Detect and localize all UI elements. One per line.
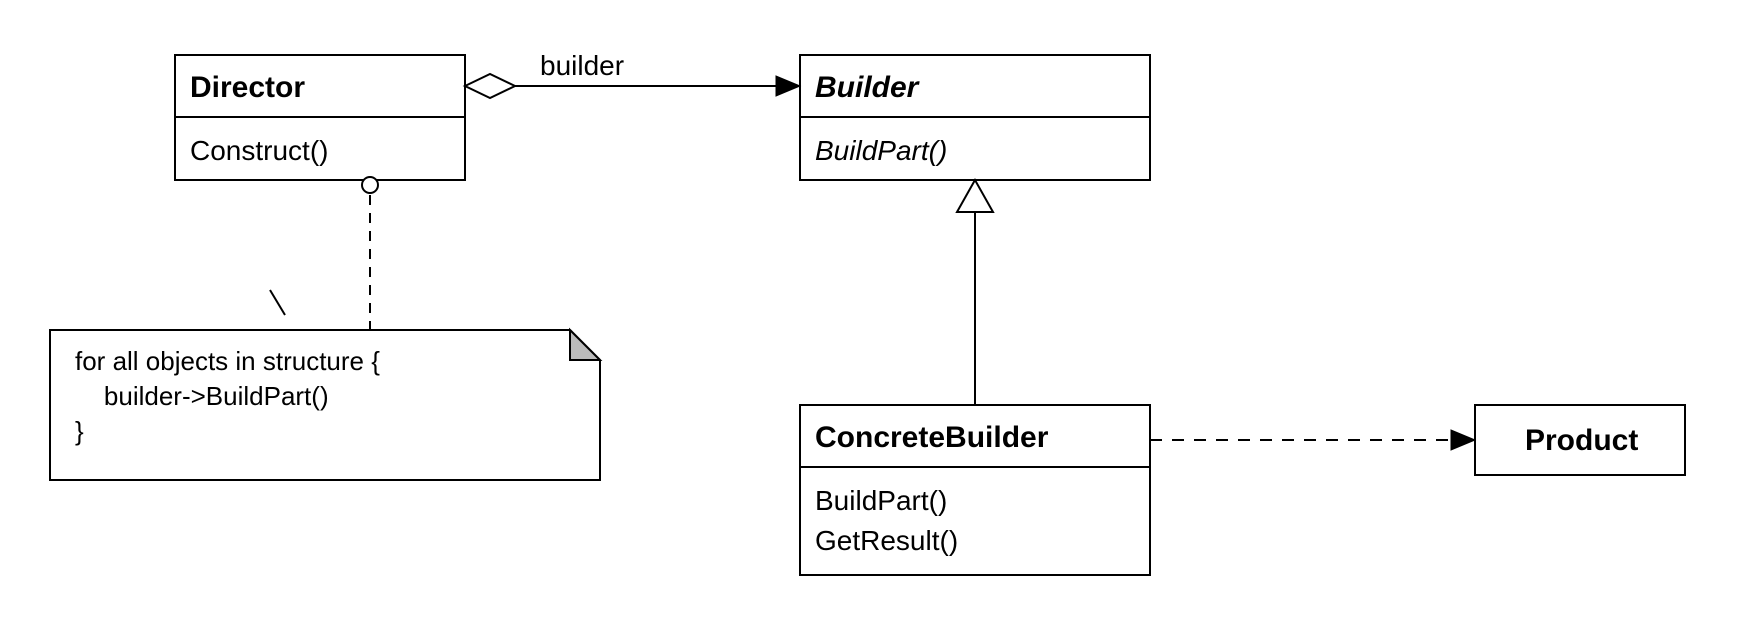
note-construct-pseudocode: for all objects in structure { builder->… bbox=[50, 290, 600, 480]
class-concrete-builder: ConcreteBuilder BuildPart() GetResult() bbox=[800, 405, 1150, 575]
note-anchor-director-construct bbox=[362, 177, 378, 330]
note-line-2: builder->BuildPart() bbox=[75, 381, 329, 411]
builder-pattern-diagram: Director Construct() Builder BuildPart()… bbox=[0, 0, 1740, 642]
director-title: Director bbox=[190, 71, 305, 104]
note-line-1: for all objects in structure { bbox=[75, 346, 380, 376]
class-director: Director Construct() bbox=[175, 55, 465, 180]
note-line-3: } bbox=[75, 416, 84, 446]
class-product: Product bbox=[1475, 405, 1685, 475]
builder-title: Builder bbox=[815, 71, 921, 104]
concrete-builder-method-buildpart: BuildPart() bbox=[815, 485, 947, 516]
assoc-label-builder: builder bbox=[540, 50, 624, 81]
aggregation-director-builder: builder bbox=[465, 50, 800, 98]
generalization-triangle-icon bbox=[957, 180, 993, 212]
concrete-builder-title: ConcreteBuilder bbox=[815, 421, 1049, 454]
generalization-concrete-to-builder bbox=[957, 180, 993, 405]
dependency-concrete-to-product bbox=[1150, 430, 1475, 450]
director-method-construct: Construct() bbox=[190, 135, 328, 166]
concrete-builder-method-getresult: GetResult() bbox=[815, 525, 958, 556]
arrowhead-icon bbox=[1451, 430, 1475, 450]
note-anchor-circle-icon bbox=[362, 177, 378, 193]
class-builder: Builder BuildPart() bbox=[800, 55, 1150, 180]
arrowhead-icon bbox=[776, 76, 800, 96]
builder-method-buildpart: BuildPart() bbox=[815, 135, 947, 166]
aggregation-diamond-icon bbox=[465, 74, 515, 98]
note-tick-icon bbox=[270, 290, 285, 315]
product-title: Product bbox=[1525, 424, 1638, 457]
